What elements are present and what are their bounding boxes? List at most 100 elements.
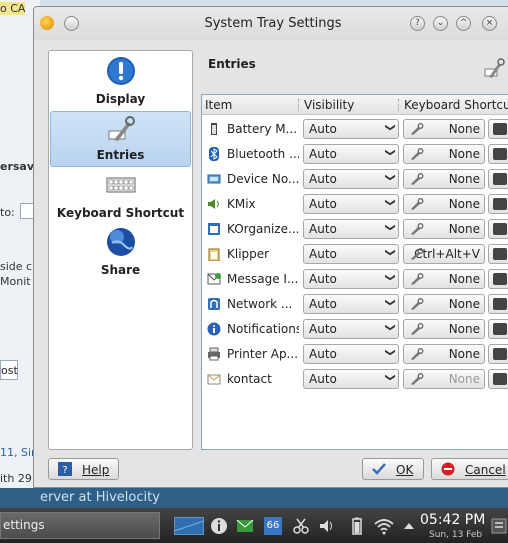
maximize-button[interactable]: ^ (456, 16, 471, 31)
clear-shortcut-button[interactable] (488, 244, 508, 264)
column-divider[interactable] (298, 99, 299, 111)
table-row[interactable]: Device No... Auto ❯ None (202, 167, 508, 192)
updates-badge[interactable]: 66 (264, 517, 282, 535)
cancel-button[interactable]: Cancel (431, 458, 508, 480)
table-row[interactable]: Notifications Auto ❯ None (202, 317, 508, 342)
mail-icon[interactable] (236, 517, 254, 535)
clear-icon (493, 298, 507, 310)
shortcut-button[interactable]: None (403, 269, 485, 289)
sidebar-item-share[interactable]: Share (50, 225, 191, 281)
column-header-visibility[interactable]: Visibility (304, 98, 354, 112)
close-button[interactable]: × (482, 16, 497, 31)
bg-text-2: ersav (0, 160, 35, 173)
bg-text-6: 11, Sir (0, 446, 36, 459)
clear-icon (493, 373, 507, 385)
visibility-select[interactable]: Auto ❯ (303, 369, 399, 389)
clear-shortcut-button[interactable] (488, 119, 508, 139)
help-button[interactable]: ? Help (48, 458, 119, 480)
visibility-select[interactable]: Auto ❯ (303, 244, 399, 264)
clear-shortcut-button[interactable] (488, 144, 508, 164)
bluetooth-icon (209, 147, 219, 161)
help-title-button[interactable]: ? (410, 16, 425, 31)
minimize-button[interactable]: ⌄ (433, 16, 448, 31)
sidebar-item-entries[interactable]: Entries (50, 111, 191, 167)
volume-icon[interactable] (318, 517, 336, 535)
row-item-name: Notifications (227, 322, 299, 336)
wrench-icon (411, 223, 424, 235)
table-row[interactable]: Bluetooth ... Auto ❯ None (202, 142, 508, 167)
shortcut-button[interactable]: Ctrl+Alt+V (403, 244, 485, 264)
bg-text-7: ith 29 (0, 472, 32, 485)
calendar-icon (208, 223, 220, 235)
clipboard-icon (208, 248, 220, 261)
row-item-name: Network ... (227, 297, 293, 311)
clock[interactable]: 05:42 PM (420, 512, 485, 528)
battery-icon[interactable] (348, 517, 366, 535)
table-row[interactable]: Klipper Auto ❯ Ctrl+Alt+V (202, 242, 508, 267)
visibility-select[interactable]: Auto ❯ (303, 119, 399, 139)
shortcut-button[interactable]: None (403, 119, 485, 139)
clear-shortcut-button[interactable] (488, 294, 508, 314)
shortcut-button[interactable]: None (403, 344, 485, 364)
table-row[interactable]: Message I... Auto ❯ None (202, 267, 508, 292)
column-header-keyboard-shortcut[interactable]: Keyboard Shortcut (404, 98, 508, 112)
wrench-icon (411, 198, 424, 210)
visibility-select[interactable]: Auto ❯ (303, 344, 399, 364)
visibility-select[interactable]: Auto ❯ (303, 169, 399, 189)
chevron-down-icon: ❯ (384, 273, 396, 282)
clear-shortcut-button[interactable] (488, 169, 508, 189)
wrench-icon (411, 123, 424, 135)
chevron-down-icon: ❯ (384, 123, 396, 132)
table-row[interactable]: kontact Auto ❯ None (202, 367, 508, 392)
column-divider[interactable] (398, 99, 399, 111)
row-item-name: KOrganize... (227, 222, 299, 236)
visibility-select[interactable]: Auto ❯ (303, 144, 399, 164)
table-row[interactable]: Printer Ap... Auto ❯ None (202, 342, 508, 367)
shortcut-button[interactable]: None (403, 144, 485, 164)
clear-shortcut-button[interactable] (488, 369, 508, 389)
visibility-select[interactable]: Auto ❯ (303, 219, 399, 239)
tray-expand-icon[interactable] (403, 517, 415, 535)
title-bar[interactable]: System Tray Settings ? ⌄ ^ × (34, 7, 508, 40)
shortcut-button[interactable]: None (403, 219, 485, 239)
shortcut-button[interactable]: None (403, 194, 485, 214)
bg-text-4: side c (0, 260, 33, 273)
ok-button[interactable]: OK (362, 458, 424, 480)
scissors-icon[interactable] (292, 517, 310, 535)
bg-text-5: Monit (0, 275, 31, 288)
table-header: Item Visibility Keyboard Shortcut (202, 95, 508, 115)
clear-shortcut-button[interactable] (488, 319, 508, 339)
shortcut-button[interactable]: None (403, 294, 485, 314)
taskbar-task[interactable]: ettings (0, 512, 160, 539)
visibility-value: Auto (309, 272, 337, 286)
clear-shortcut-button[interactable] (488, 219, 508, 239)
table-row[interactable]: Network ... Auto ❯ None (202, 292, 508, 317)
info-icon[interactable] (210, 517, 228, 535)
clear-shortcut-button[interactable] (488, 269, 508, 289)
clear-shortcut-button[interactable] (488, 194, 508, 214)
chevron-down-icon: ❯ (384, 348, 396, 357)
visibility-select[interactable]: Auto ❯ (303, 319, 399, 339)
sidebar-item-keyboard-shortcut[interactable]: Keyboard Shortcut (50, 168, 191, 224)
background-strip: erver at Hivelocity (0, 488, 508, 508)
wifi-icon[interactable] (374, 517, 394, 535)
shortcut-value: None (448, 122, 480, 136)
visibility-value: Auto (309, 197, 337, 211)
sidebar-item-display[interactable]: Display (50, 54, 191, 110)
sidebar-item-label: Share (100, 263, 141, 277)
table-row[interactable]: Battery M... Auto ❯ None (202, 117, 508, 142)
table-row[interactable]: KMix Auto ❯ None (202, 192, 508, 217)
column-header-item[interactable]: Item (205, 98, 232, 112)
sidebar-item-label: Keyboard Shortcut (56, 206, 185, 220)
visibility-select[interactable]: Auto ❯ (303, 294, 399, 314)
table-row[interactable]: KOrganize... Auto ❯ None (202, 217, 508, 242)
shortcut-button[interactable]: None (403, 319, 485, 339)
wrench-icon (411, 173, 424, 185)
visibility-select[interactable]: Auto ❯ (303, 269, 399, 289)
shortcut-button[interactable]: None (403, 169, 485, 189)
visibility-select[interactable]: Auto ❯ (303, 194, 399, 214)
clear-shortcut-button[interactable] (488, 344, 508, 364)
shortcut-button[interactable]: None (403, 369, 485, 389)
cashew-icon[interactable] (490, 517, 508, 535)
pager-icon[interactable] (174, 517, 204, 535)
